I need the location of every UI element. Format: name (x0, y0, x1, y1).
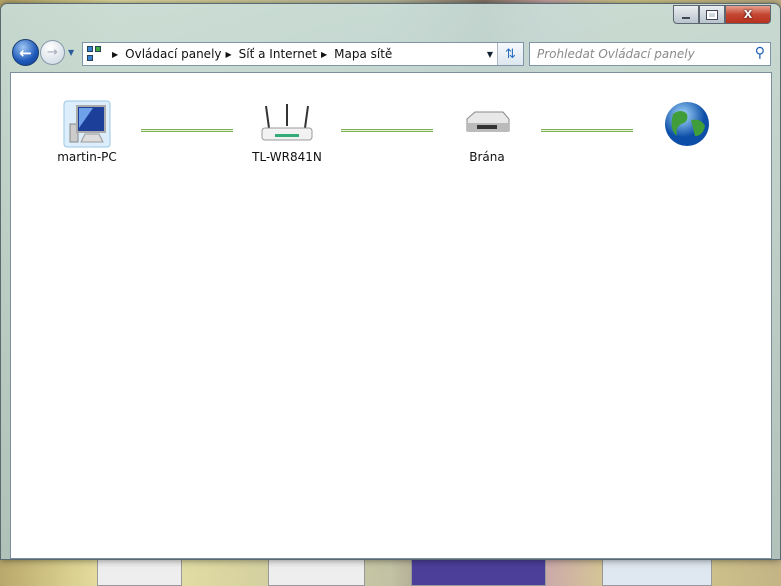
refresh-icon: ⇅ (505, 46, 516, 62)
router-icon (237, 98, 337, 150)
connection-line (541, 129, 633, 132)
breadcrumb-network-internet[interactable]: Síť a Internet (239, 47, 317, 61)
chevron-right-icon[interactable]: ▶ (321, 50, 327, 59)
search-input[interactable]: Prohledat Ovládací panely ⚲ (529, 42, 771, 66)
taskbar-thumbnail (602, 556, 712, 586)
connection-line (341, 129, 433, 132)
chevron-right-icon[interactable]: ▶ (112, 50, 118, 59)
search-placeholder: Prohledat Ovládací panely (537, 47, 695, 61)
network-map-area: martin-PC TL-WR841N Brána (10, 72, 772, 559)
chevron-right-icon[interactable]: ▶ (226, 50, 232, 59)
arrow-right-icon: → (47, 45, 58, 60)
node-label: Brána (469, 150, 505, 164)
minimize-button[interactable] (673, 5, 699, 24)
taskbar-thumbnail (268, 556, 365, 586)
caption-buttons: X (673, 5, 771, 24)
node-label: TL-WR841N (252, 150, 322, 164)
maximize-button[interactable] (699, 5, 725, 24)
taskbar-thumbnail (411, 556, 546, 586)
arrow-left-icon: ← (19, 43, 32, 62)
breadcrumb-network-map[interactable]: Mapa sítě (334, 47, 392, 61)
node-internet[interactable] (637, 98, 737, 150)
computer-icon (37, 98, 137, 150)
forward-button[interactable]: → (40, 40, 65, 65)
address-bar[interactable]: ▶ Ovládací panely ▶ Síť a Internet ▶ Mapa … (82, 42, 524, 66)
node-gateway[interactable]: Brána (437, 98, 537, 164)
navigation-buttons: ← → ▼ (12, 39, 74, 66)
taskbar-thumbnail (97, 556, 182, 586)
close-button[interactable]: X (725, 5, 771, 24)
internet-globe-icon (637, 98, 737, 150)
gateway-icon (437, 98, 537, 150)
node-router[interactable]: TL-WR841N (237, 98, 337, 164)
refresh-button[interactable]: ⇅ (497, 43, 523, 65)
address-history-dropdown[interactable]: ▼ (487, 50, 493, 59)
node-computer[interactable]: martin-PC (37, 98, 137, 164)
back-button[interactable]: ← (12, 39, 39, 66)
network-map-window: X ← → ▼ ▶ Ovládací panely ▶ Síť a Interne… (0, 3, 781, 560)
search-icon[interactable]: ⚲ (755, 45, 765, 61)
recent-pages-dropdown[interactable]: ▼ (68, 48, 74, 57)
network-icon (86, 45, 104, 63)
breadcrumb-control-panel[interactable]: Ovládací panely (125, 47, 221, 61)
node-label: martin-PC (57, 150, 117, 164)
connection-line (141, 129, 233, 132)
